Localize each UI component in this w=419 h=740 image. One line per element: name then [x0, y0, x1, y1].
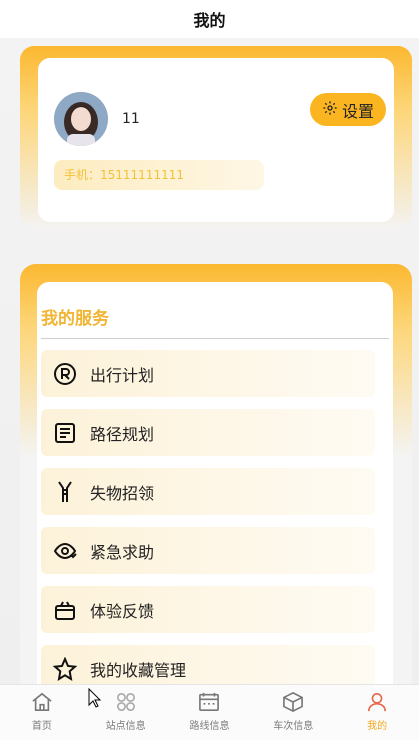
gear-icon [322, 100, 338, 120]
document-icon [52, 420, 78, 446]
service-label: 紧急求助 [90, 542, 155, 562]
username: 11 [122, 111, 140, 127]
tab-label: 站点信息 [105, 721, 146, 732]
tab-trains[interactable]: 车次信息 [251, 685, 335, 740]
page-content: 11 设置 手机：15111111111 我的服务 出行计划 路径规划 失物招领… [0, 38, 419, 702]
tab-label: 首页 [31, 721, 52, 732]
services-frame: 我的服务 出行计划 路径规划 失物招领 紧急求助 体验反馈 我的收藏管理 [20, 264, 412, 702]
calendar-icon [197, 691, 221, 713]
phone-number: 手机：15111111111 [54, 160, 264, 190]
tab-home[interactable]: 首页 [0, 685, 84, 740]
user-icon [365, 691, 389, 713]
service-label: 路径规划 [90, 424, 155, 444]
service-item-lost-found[interactable]: 失物招领 [41, 468, 375, 515]
mouse-cursor-icon [88, 688, 102, 708]
profile-card: 11 设置 手机：15111111111 [38, 58, 394, 222]
tab-mine[interactable]: 我的 [335, 685, 419, 740]
service-label: 失物招领 [90, 483, 155, 503]
service-item-feedback[interactable]: 体验反馈 [41, 586, 375, 633]
page-title: 我的 [193, 11, 226, 30]
service-label: 我的收藏管理 [90, 660, 187, 680]
top-bar: 我的 [0, 0, 419, 38]
divider [41, 338, 389, 339]
bottom-tab-bar: 首页 站点信息 路线信息 车次信息 我的 [0, 684, 419, 740]
tab-label: 车次信息 [273, 721, 314, 732]
settings-label: 设置 [341, 101, 374, 121]
grid-icon [114, 691, 138, 713]
eye-alert-icon [52, 538, 78, 564]
star-icon [52, 656, 78, 682]
service-item-travel-plan[interactable]: 出行计划 [41, 350, 375, 397]
avatar[interactable] [54, 92, 108, 146]
services-title: 我的服务 [41, 309, 109, 329]
service-item-emergency[interactable]: 紧急求助 [41, 527, 375, 574]
service-label: 体验反馈 [90, 601, 155, 621]
tab-label: 路线信息 [189, 721, 230, 732]
profile-frame: 11 设置 手机：15111111111 [20, 46, 412, 230]
settings-button[interactable]: 设置 [310, 93, 386, 126]
services-card: 我的服务 出行计划 路径规划 失物招领 紧急求助 体验反馈 我的收藏管理 [37, 282, 393, 702]
gift-icon [52, 597, 78, 623]
zipper-icon [52, 479, 78, 505]
registered-icon [52, 361, 78, 387]
service-label: 出行计划 [90, 365, 155, 385]
service-item-route-planning[interactable]: 路径规划 [41, 409, 375, 456]
tab-label: 我的 [367, 721, 388, 732]
box-icon [281, 691, 305, 713]
tab-routes[interactable]: 路线信息 [168, 685, 252, 740]
home-icon [30, 691, 54, 713]
